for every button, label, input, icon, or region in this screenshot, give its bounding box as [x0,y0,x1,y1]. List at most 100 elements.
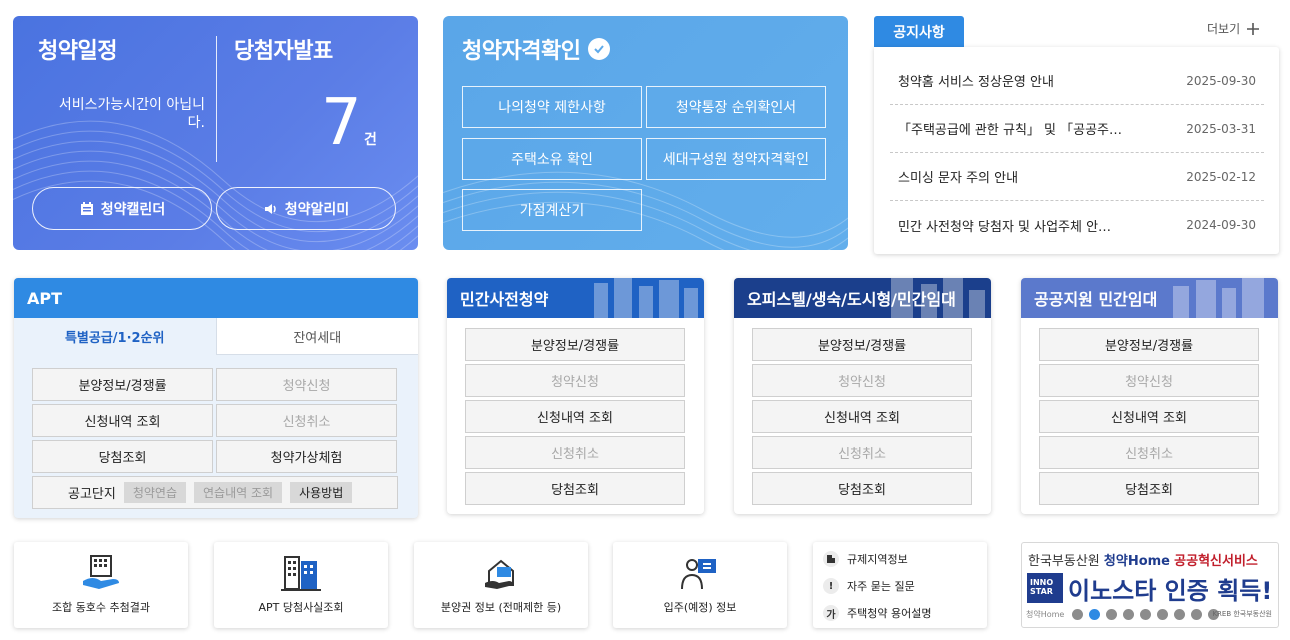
calendar-button[interactable]: 청약캘린더 [32,187,212,230]
rental-cancel-button[interactable]: 신청취소 [1039,436,1259,469]
speaker-icon [264,203,276,214]
schedule-card: 청약일정 서비스가능시간이 아닙니다. 당첨자발표 7 건 청약캘린더 청약알리… [13,16,418,250]
carousel-dot[interactable] [1123,609,1134,620]
officetel-cancel-button[interactable]: 신청취소 [752,436,972,469]
glossary-link[interactable]: 가 주택청약 용어설명 [823,605,931,621]
innostar-banner[interactable]: 한국부동산원 청약Home 공공혁신서비스 INNO STAR 이노스타 인증 … [1021,542,1279,628]
list-item[interactable]: 스미싱 문자 주의 안내 2025-02-12 [890,153,1264,201]
winner-count[interactable]: 7 [321,88,362,158]
building-icon [823,551,839,567]
quick-link-label: 조합 동호수 추첨결과 [51,601,151,614]
innostar-badge: INNO STAR [1027,573,1063,603]
plus-icon [1247,22,1260,35]
eligibility-title: 청약자격확인 [462,33,611,65]
carousel-dot[interactable] [1191,609,1202,620]
tab-remaining-units[interactable]: 잔여세대 [215,318,418,355]
private-winner-button[interactable]: 당첨조회 [465,472,685,505]
officetel-title: 오피스텔/생숙/도시형/민간임대 [747,290,956,309]
apt-apply-button[interactable]: 청약신청 [216,368,397,401]
household-eligibility-button[interactable]: 세대구성원 청약자격확인 [646,138,826,180]
apt-winner-button[interactable]: 당첨조회 [32,440,213,473]
info-links-card: 규제지역정보 ! 자주 묻는 질문 가 주택청약 용어설명 [813,542,987,628]
list-item[interactable]: 민간 사전청약 당첨자 및 사업주체 안… 2024-09-30 [890,201,1264,249]
notice-date: 2025-03-31 [1186,121,1256,136]
private-cancel-button[interactable]: 신청취소 [465,436,685,469]
apt-tabs: 특별공급/1·2순위 잔여세대 [14,318,418,355]
notice-title: 스미싱 문자 주의 안내 [898,171,1019,186]
rental-history-button[interactable]: 신청내역 조회 [1039,400,1259,433]
apt-header: APT [14,278,418,318]
notice-date: 2025-09-30 [1186,73,1256,88]
private-history-button[interactable]: 신청내역 조회 [465,400,685,433]
carousel-dot[interactable] [1106,609,1117,620]
divider [216,36,217,162]
banner-service: 공공혁신서비스 [1174,554,1258,569]
person-board-icon [681,559,716,590]
banner-headline: 이노스타 인증 획득! [1068,577,1273,605]
rental-sale-info-button[interactable]: 분양정보/경쟁률 [1039,328,1259,361]
notice-date: 2025-02-12 [1186,169,1256,184]
public-rental-title: 공공지원 민간임대 [1034,290,1158,309]
eligibility-card: 청약자격확인 나의청약 제한사항 청약통장 순위확인서 주택소유 확인 세대구성… [443,16,848,250]
move-in-info-card[interactable]: 입주(예정) 정보 [613,542,787,628]
calendar-button-label: 청약캘린더 [100,201,166,218]
officetel-winner-button[interactable]: 당첨조회 [752,472,972,505]
private-sale-info-button[interactable]: 분양정보/경쟁률 [465,328,685,361]
building-decoration [1173,278,1264,318]
list-item[interactable]: 「주택공급에 관한 규칙」 및 「공공주… 2025-03-31 [890,105,1264,153]
how-to-use-button[interactable]: 사용방법 [290,482,353,503]
apt-panel: APT 특별공급/1·2순위 잔여세대 분양정보/경쟁률 청약신청 신청내역 조… [14,278,418,518]
private-pre-title: 민간사전청약 [460,290,549,309]
rental-winner-button[interactable]: 당첨조회 [1039,472,1259,505]
rank-certificate-button[interactable]: 청약통장 순위확인서 [646,86,826,128]
restriction-button[interactable]: 나의청약 제한사항 [462,86,642,128]
officetel-history-button[interactable]: 신청내역 조회 [752,400,972,433]
list-item[interactable]: 청약홈 서비스 정상운영 안내 2025-09-30 [890,57,1264,105]
info-link-label: 자주 묻는 질문 [847,580,915,593]
house-document-icon [485,559,514,589]
apt-virtual-button[interactable]: 청약가상체험 [216,440,397,473]
apt-history-button[interactable]: 신청내역 조회 [32,404,213,437]
alarm-button-label: 청약알리미 [284,201,350,218]
officetel-apply-button[interactable]: 청약신청 [752,364,972,397]
notice-title: 청약홈 서비스 정상운영 안내 [898,75,1054,90]
presale-info-card[interactable]: 분양권 정보 (전매제한 등) [414,542,588,628]
alarm-button[interactable]: 청약알리미 [216,187,396,230]
banner-brand: 청약Home [1103,554,1171,569]
notice-title: 「주택공급에 관한 규칙」 및 「공공주… [898,123,1123,138]
point-calculator-button[interactable]: 가점계산기 [462,189,642,231]
carousel-dot[interactable] [1140,609,1151,620]
faq-link[interactable]: ! 자주 묻는 질문 [823,578,915,594]
notice-date: 2024-09-30 [1186,218,1256,232]
carousel-dot-active[interactable] [1089,609,1100,620]
notice-tab[interactable]: 공지사항 [874,16,964,47]
regulated-area-link[interactable]: 규제지역정보 [823,551,908,567]
private-pre-header: 민간사전청약 [447,278,704,318]
tab-special-supply[interactable]: 특별공급/1·2순위 [14,318,216,355]
complex-row: 공고단지 청약연습 연습내역 조회 사용방법 [32,476,398,509]
carousel-dots [1072,609,1219,620]
schedule-title[interactable]: 청약일정 [38,33,117,65]
eligibility-title-text: 청약자격확인 [462,39,581,64]
winner-unit: 건 [364,132,377,148]
apt-winner-check-card[interactable]: APT 당첨사실조회 [214,542,388,628]
info-link-label: 규제지역정보 [847,553,908,566]
carousel-dot[interactable] [1157,609,1168,620]
notice-more-link[interactable]: 더보기 [1207,20,1260,37]
carousel-dot[interactable] [1072,609,1083,620]
house-ownership-button[interactable]: 주택소유 확인 [462,138,642,180]
banner-top-line: 한국부동산원 청약Home 공공혁신서비스 [1028,550,1258,569]
carousel-dot[interactable] [1174,609,1185,620]
practice-button[interactable]: 청약연습 [123,482,187,503]
rental-apply-button[interactable]: 청약신청 [1039,364,1259,397]
apartment-building-icon [281,556,321,591]
apt-cancel-button[interactable]: 신청취소 [216,404,397,437]
private-apply-button[interactable]: 청약신청 [465,364,685,397]
practice-history-button[interactable]: 연습내역 조회 [194,482,283,503]
winner-title[interactable]: 당첨자발표 [234,33,333,65]
officetel-sale-info-button[interactable]: 분양정보/경쟁률 [752,328,972,361]
union-lottery-card[interactable]: 조합 동호수 추첨결과 [14,542,188,628]
apt-sale-info-button[interactable]: 분양정보/경쟁률 [32,368,213,401]
public-rental-header: 공공지원 민간임대 [1021,278,1278,318]
public-rental-panel: 공공지원 민간임대 분양정보/경쟁률 청약신청 신청내역 조회 신청취소 당첨조… [1021,278,1278,514]
